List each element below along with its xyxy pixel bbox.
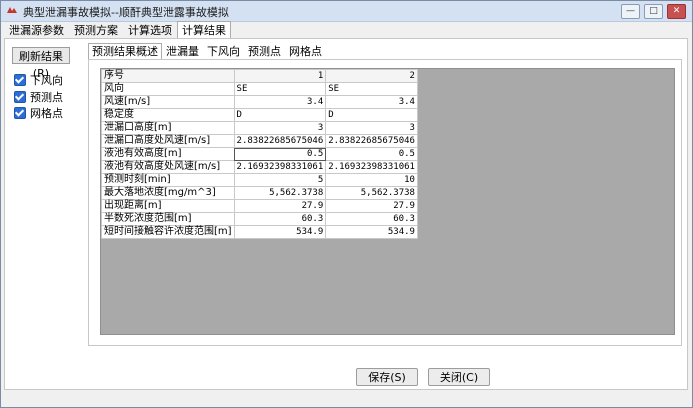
row-header: 液池有效高度处风速[m/s] [101, 160, 235, 174]
row-header: 最大落地浓度[mg/m^3] [101, 186, 235, 200]
maximize-button[interactable]: □ [644, 4, 663, 19]
tab-grid-point[interactable]: 网格点 [285, 43, 326, 60]
table-row[interactable]: 风向 SE SE [101, 82, 418, 96]
app-icon [7, 7, 17, 13]
checkbox-label: 网格点 [30, 107, 63, 120]
minimize-button[interactable]: — [621, 4, 640, 19]
column-header: 2 [325, 69, 418, 83]
row-header: 泄漏口高度处风速[m/s] [101, 134, 235, 148]
tab-summary[interactable]: 预测结果概述 [88, 43, 162, 60]
row-header: 风向 [101, 82, 235, 96]
table-cell[interactable]: 3.4 [233, 95, 327, 109]
tab-downwind[interactable]: 下风向 [203, 43, 244, 60]
column-header: 序号 [101, 69, 235, 83]
table-row[interactable]: 风速[m/s] 3.4 3.4 [101, 95, 418, 109]
table-cell[interactable]: 10 [325, 173, 418, 187]
window-title: 典型泄漏事故模拟--顺酐典型泄露事故模拟 [23, 6, 229, 19]
results-grid-area[interactable]: 序号 1 2 风向 SE SE 风速[m/s] 3.4 3.4 稳定度 D D 泄漏口高度[m] 3… [100, 68, 675, 335]
sub-tab-strip: 预测结果概述 泄漏量 下风向 预测点 网格点 [88, 43, 326, 60]
table-cell[interactable]: 2.83822685675046 [233, 134, 327, 148]
table-cell[interactable]: 3 [233, 121, 327, 135]
table-row[interactable]: 出现距离[m] 27.9 27.9 [101, 199, 418, 213]
tab-leak-amount[interactable]: 泄漏量 [162, 43, 203, 60]
checkbox-predict-point[interactable]: 预测点 [14, 89, 63, 105]
table-cell[interactable]: 2.16932398331061 [325, 160, 418, 174]
table-row[interactable]: 稳定度 D D [101, 108, 418, 122]
table-cell[interactable]: 5,562.3738 [325, 186, 418, 200]
tab-forecast-plan[interactable]: 预测方案 [69, 22, 123, 39]
checkbox-grid-point[interactable]: 网格点 [14, 105, 63, 121]
row-header: 短时间接触容许浓度范围[m] [101, 225, 235, 239]
table-cell[interactable]: 534.9 [325, 225, 418, 239]
table-cell[interactable]: D [233, 108, 327, 122]
table-row[interactable]: 最大落地浓度[mg/m^3] 5,562.3738 5,562.3738 [101, 186, 418, 200]
table-row[interactable]: 液池有效高度处风速[m/s] 2.16932398331061 2.16932398… [101, 160, 418, 174]
checkbox-checked-icon[interactable] [14, 74, 26, 86]
table-cell[interactable]: 3 [325, 121, 418, 135]
row-header: 稳定度 [101, 108, 235, 122]
main-tab-strip: 泄漏源参数 预测方案 计算选项 计算结果 [4, 21, 231, 40]
table-row[interactable]: 泄漏口高度[m] 3 3 [101, 121, 418, 135]
results-grid[interactable]: 序号 1 2 风向 SE SE 风速[m/s] 3.4 3.4 稳定度 D D 泄漏口高度[m] 3… [101, 69, 418, 239]
table-row[interactable]: 泄漏口高度处风速[m/s] 2.83822685675046 2.838226856… [101, 134, 418, 148]
row-header: 液池有效高度[m] [101, 147, 235, 161]
close-window-button[interactable]: ✕ [667, 4, 686, 19]
checkbox-checked-icon[interactable] [14, 107, 26, 119]
row-header: 风速[m/s] [101, 95, 235, 109]
checkbox-checked-icon[interactable] [14, 91, 26, 103]
close-button[interactable]: 关闭(C) [428, 368, 490, 386]
row-header: 泄漏口高度[m] [101, 121, 235, 135]
table-row[interactable]: 液池有效高度[m] 0.5 0.5 [101, 147, 418, 161]
tab-source-params[interactable]: 泄漏源参数 [4, 22, 69, 39]
table-cell[interactable]: 534.9 [233, 225, 327, 239]
tab-predict-point[interactable]: 预测点 [244, 43, 285, 60]
table-cell[interactable]: 60.3 [233, 212, 327, 226]
table-cell[interactable]: 27.9 [325, 199, 418, 213]
table-cell[interactable]: 2.16932398331061 [233, 160, 327, 174]
table-row[interactable]: 半数死浓度范围[m] 60.3 60.3 [101, 212, 418, 226]
grid-header-row: 序号 1 2 [101, 69, 418, 83]
save-button[interactable]: 保存(S) [356, 368, 418, 386]
table-row[interactable]: 短时间接触容许浓度范围[m] 534.9 534.9 [101, 225, 418, 239]
table-cell[interactable]: 27.9 [233, 199, 327, 213]
row-header: 半数死浓度范围[m] [101, 212, 235, 226]
title-bar: 典型泄漏事故模拟--顺酐典型泄露事故模拟 — □ ✕ [1, 1, 692, 22]
table-row[interactable]: 预测时刻[min] 5 10 [101, 173, 418, 187]
table-cell[interactable]: SE [233, 82, 327, 96]
checkbox-label: 预测点 [30, 91, 63, 104]
tab-calc-options[interactable]: 计算选项 [123, 22, 177, 39]
column-header: 1 [233, 69, 327, 83]
table-cell[interactable]: 5 [233, 173, 327, 187]
row-header: 预测时刻[min] [101, 173, 235, 187]
table-cell[interactable]: SE [325, 82, 418, 96]
table-cell[interactable]: D [325, 108, 418, 122]
table-cell[interactable]: 3.4 [325, 95, 418, 109]
table-cell[interactable]: 5,562.3738 [233, 186, 327, 200]
row-header: 出现距离[m] [101, 199, 235, 213]
table-cell[interactable]: 2.83822685675046 [325, 134, 418, 148]
table-cell[interactable]: 0.5 [325, 147, 418, 161]
table-cell[interactable]: 60.3 [325, 212, 418, 226]
refresh-results-button[interactable]: 刷新结果(R) [12, 47, 70, 80]
checkbox-label: 下风向 [30, 74, 63, 87]
checkbox-downwind[interactable]: 下风向 [14, 72, 63, 88]
table-cell[interactable]: 0.5 [233, 147, 327, 161]
